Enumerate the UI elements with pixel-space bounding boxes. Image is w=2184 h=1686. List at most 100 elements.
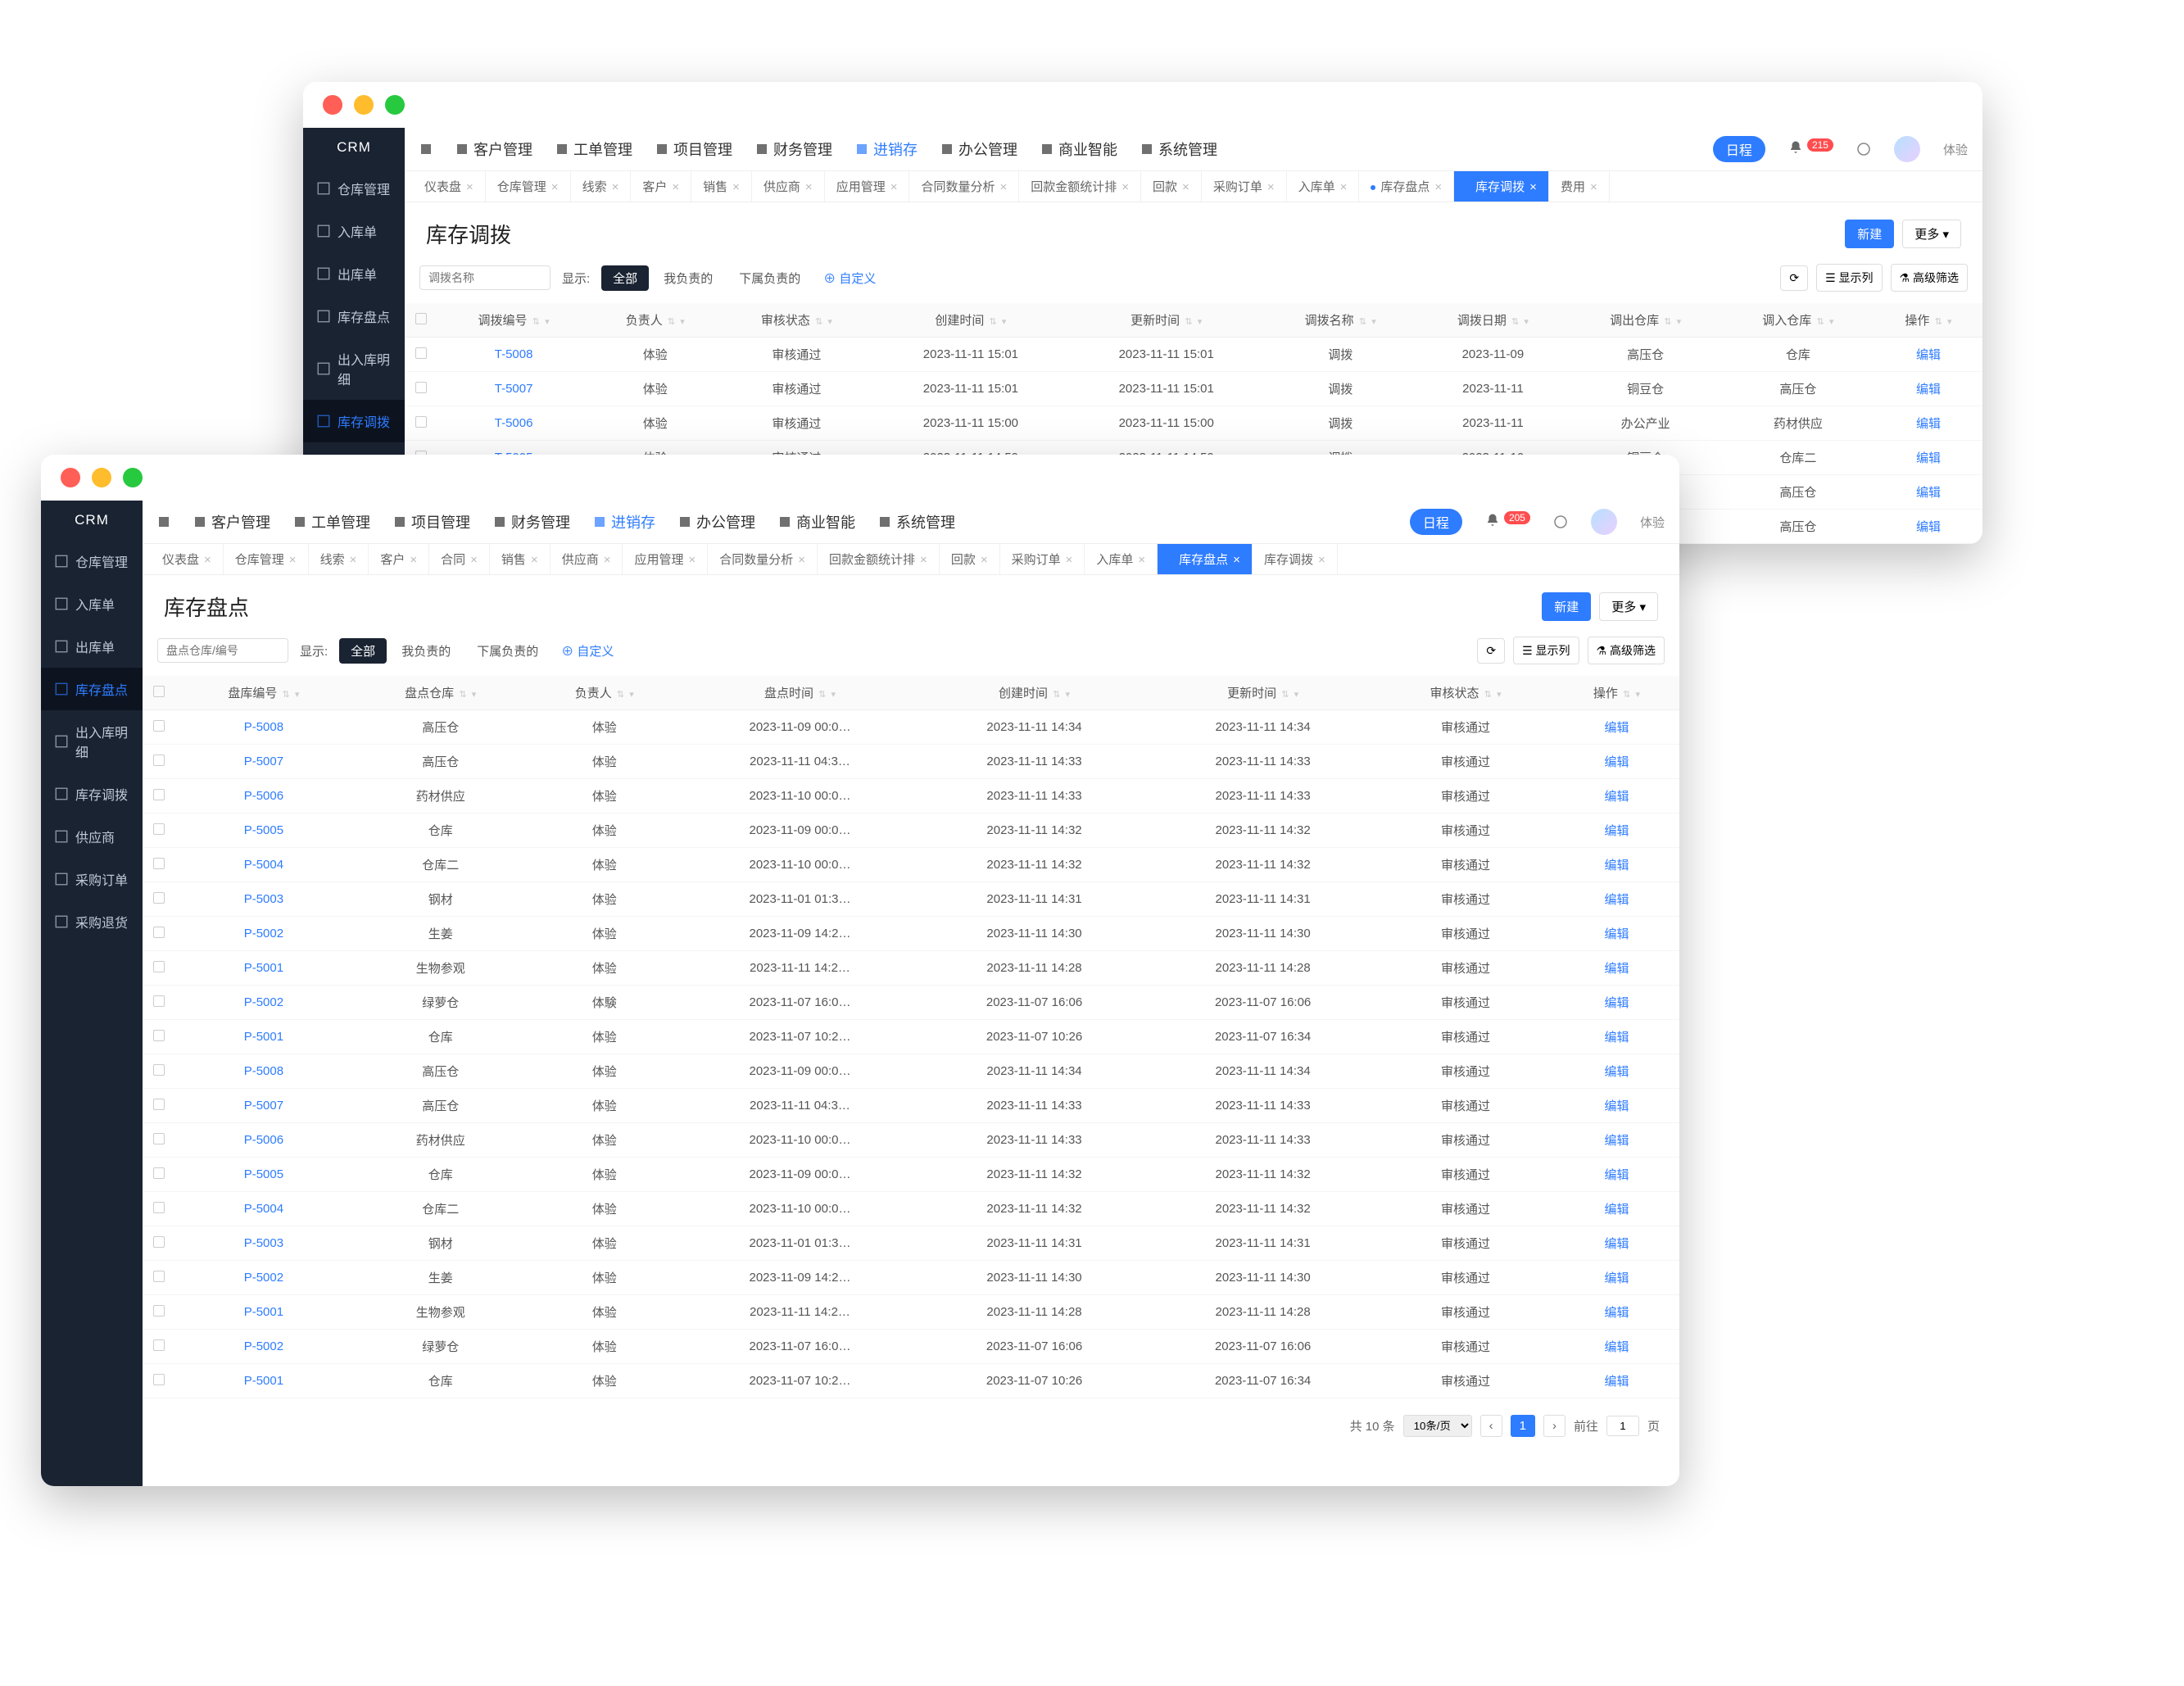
column-header[interactable]: 调入仓库 ⇅ ▾ <box>1722 303 1874 338</box>
checkbox-icon[interactable] <box>153 1133 165 1144</box>
close-icon[interactable]: × <box>470 553 478 567</box>
column-header[interactable]: 负责人 ⇅ ▾ <box>529 676 680 710</box>
table-row[interactable]: T-5008体验审核通过2023-11-11 15:012023-11-11 1… <box>405 338 1982 372</box>
column-header[interactable]: 更新时间 ⇅ ▾ <box>1068 303 1264 338</box>
table-row[interactable]: T-5006体验审核通过2023-11-11 15:002023-11-11 1… <box>405 406 1982 441</box>
edit-link[interactable]: 编辑 <box>1604 755 1629 769</box>
filter-icon[interactable]: ▾ <box>472 690 477 700</box>
custom-filter[interactable]: ⊕ 自定义 <box>561 642 614 659</box>
tab[interactable]: 线索× <box>571 171 632 202</box>
sort-icon[interactable]: ⇅ <box>1623 690 1630 700</box>
edit-link[interactable]: 编辑 <box>1604 927 1629 941</box>
close-icon[interactable]: × <box>798 553 805 567</box>
sort-icon[interactable]: ⇅ <box>459 690 466 700</box>
edit-link[interactable]: 编辑 <box>1604 859 1629 872</box>
topnav-item[interactable]: 财务管理 <box>493 511 570 533</box>
sort-icon[interactable]: ⇅ <box>1935 317 1942 327</box>
edit-link[interactable]: 编辑 <box>1604 1168 1629 1182</box>
segment-option[interactable]: 下属负责的 <box>727 265 812 291</box>
checkbox-icon[interactable] <box>153 1236 165 1248</box>
calendar-button[interactable]: 日程 <box>1713 136 1765 162</box>
filter-icon[interactable]: ▾ <box>827 317 832 327</box>
edit-link[interactable]: 编辑 <box>1604 1271 1629 1285</box>
filter-icon[interactable]: ▾ <box>1677 317 1682 327</box>
topnav-item[interactable]: 项目管理 <box>393 511 470 533</box>
page-current[interactable]: 1 <box>1511 1415 1535 1437</box>
tab[interactable]: 客户× <box>369 544 429 574</box>
table-row[interactable]: P-5004仓库二体验2023-11-10 00:0…2023-11-11 14… <box>143 848 1679 882</box>
tab[interactable]: 仪表盘× <box>151 544 224 574</box>
filter-icon[interactable]: ▾ <box>1524 317 1529 327</box>
tab[interactable]: 费用× <box>1549 171 1610 202</box>
record-link[interactable]: P-5001 <box>244 1374 283 1388</box>
column-header[interactable]: 调出仓库 ⇅ ▾ <box>1570 303 1722 338</box>
settings-icon[interactable] <box>1856 142 1871 156</box>
sort-icon[interactable]: ⇅ <box>1281 690 1289 700</box>
filter-icon[interactable]: ▾ <box>1829 317 1834 327</box>
column-header[interactable]: 盘点仓库 ⇅ ▾ <box>352 676 529 710</box>
column-header[interactable]: 调拨日期 ⇅ ▾ <box>1416 303 1569 338</box>
tab[interactable]: 客户× <box>631 171 691 202</box>
close-icon[interactable]: × <box>1340 180 1348 194</box>
filter-icon[interactable]: ▾ <box>295 690 300 700</box>
filter-icon[interactable]: ▾ <box>1497 690 1502 700</box>
close-icon[interactable]: × <box>604 553 611 567</box>
table-row[interactable]: P-5002生姜体验2023-11-09 14:2…2023-11-11 14:… <box>143 1261 1679 1295</box>
tab[interactable]: 库存盘点× <box>1158 544 1253 574</box>
column-header[interactable]: 审核状态 ⇅ ▾ <box>1377 676 1554 710</box>
sidebar-item[interactable]: 库存调拨 <box>41 773 143 815</box>
sidebar-item[interactable]: 出库单 <box>303 252 405 295</box>
record-link[interactable]: P-5006 <box>244 789 283 803</box>
table-row[interactable]: P-5006药材供应体验2023-11-10 00:0…2023-11-11 1… <box>143 779 1679 814</box>
close-icon[interactable]: × <box>410 553 417 567</box>
edit-link[interactable]: 编辑 <box>1604 1099 1629 1113</box>
table-row[interactable]: T-5007体验审核通过2023-11-11 15:012023-11-11 1… <box>405 372 1982 406</box>
user-name[interactable]: 体验 <box>1943 141 1968 158</box>
edit-link[interactable]: 编辑 <box>1604 996 1629 1010</box>
sort-icon[interactable]: ⇅ <box>815 317 822 327</box>
column-header[interactable]: 更新时间 ⇅ ▾ <box>1149 676 1377 710</box>
tab[interactable]: 仓库管理× <box>486 171 571 202</box>
record-link[interactable]: P-5008 <box>244 1064 283 1078</box>
table-row[interactable]: P-5002绿萝仓体验2023-11-07 16:0…2023-11-07 16… <box>143 1330 1679 1364</box>
show-columns-button[interactable]: ☰ 显示列 <box>1816 264 1882 292</box>
new-button[interactable]: 新建 <box>1845 220 1894 248</box>
record-link[interactable]: P-5002 <box>244 1339 283 1353</box>
topnav-item[interactable]: 系统管理 <box>1140 138 1217 160</box>
table-row[interactable]: P-5003钢材体验2023-11-01 01:3…2023-11-11 14:… <box>143 882 1679 917</box>
close-icon[interactable]: × <box>289 553 297 567</box>
topnav-item[interactable] <box>419 143 433 156</box>
segment-option[interactable]: 我负责的 <box>652 265 724 291</box>
close-icon[interactable]: × <box>1590 180 1597 194</box>
column-header[interactable]: 调拨编号 ⇅ ▾ <box>437 303 590 338</box>
checkbox-icon[interactable] <box>153 858 165 869</box>
close-icon[interactable]: × <box>981 553 988 567</box>
edit-link[interactable]: 编辑 <box>1604 1375 1629 1389</box>
close-icon[interactable]: × <box>1233 553 1240 567</box>
edit-link[interactable]: 编辑 <box>1604 962 1629 976</box>
page-size-select[interactable]: 10条/页 <box>1403 1415 1472 1437</box>
record-link[interactable]: P-5001 <box>244 1305 283 1319</box>
table-row[interactable]: P-5007高压仓体验2023-11-11 04:3…2023-11-11 14… <box>143 1089 1679 1123</box>
edit-link[interactable]: 编辑 <box>1604 790 1629 804</box>
record-link[interactable]: P-5002 <box>244 927 283 940</box>
sort-icon[interactable]: ⇅ <box>1053 690 1060 700</box>
filter-icon[interactable]: ▾ <box>1294 690 1299 700</box>
checkbox-icon[interactable] <box>415 313 427 324</box>
topnav-item[interactable]: 商业智能 <box>1040 138 1117 160</box>
tab[interactable]: 库存盘点× <box>1359 171 1454 202</box>
goto-input[interactable] <box>1606 1416 1639 1436</box>
close-icon[interactable]: × <box>920 553 927 567</box>
column-header[interactable]: 盘点时间 ⇅ ▾ <box>680 676 920 710</box>
sidebar-item[interactable]: 库存盘点 <box>303 295 405 338</box>
record-link[interactable]: P-5003 <box>244 1236 283 1250</box>
edit-link[interactable]: 编辑 <box>1916 383 1941 397</box>
sort-icon[interactable]: ⇅ <box>668 317 675 327</box>
settings-icon[interactable] <box>1553 514 1568 529</box>
edit-link[interactable]: 编辑 <box>1604 1203 1629 1217</box>
sidebar-item[interactable]: 供应商 <box>41 815 143 858</box>
tab[interactable]: 库存调拨× <box>1253 544 1338 574</box>
record-link[interactable]: P-5002 <box>244 1271 283 1285</box>
sort-icon[interactable]: ⇅ <box>1185 317 1192 327</box>
topnav-item[interactable]: 客户管理 <box>193 511 270 533</box>
